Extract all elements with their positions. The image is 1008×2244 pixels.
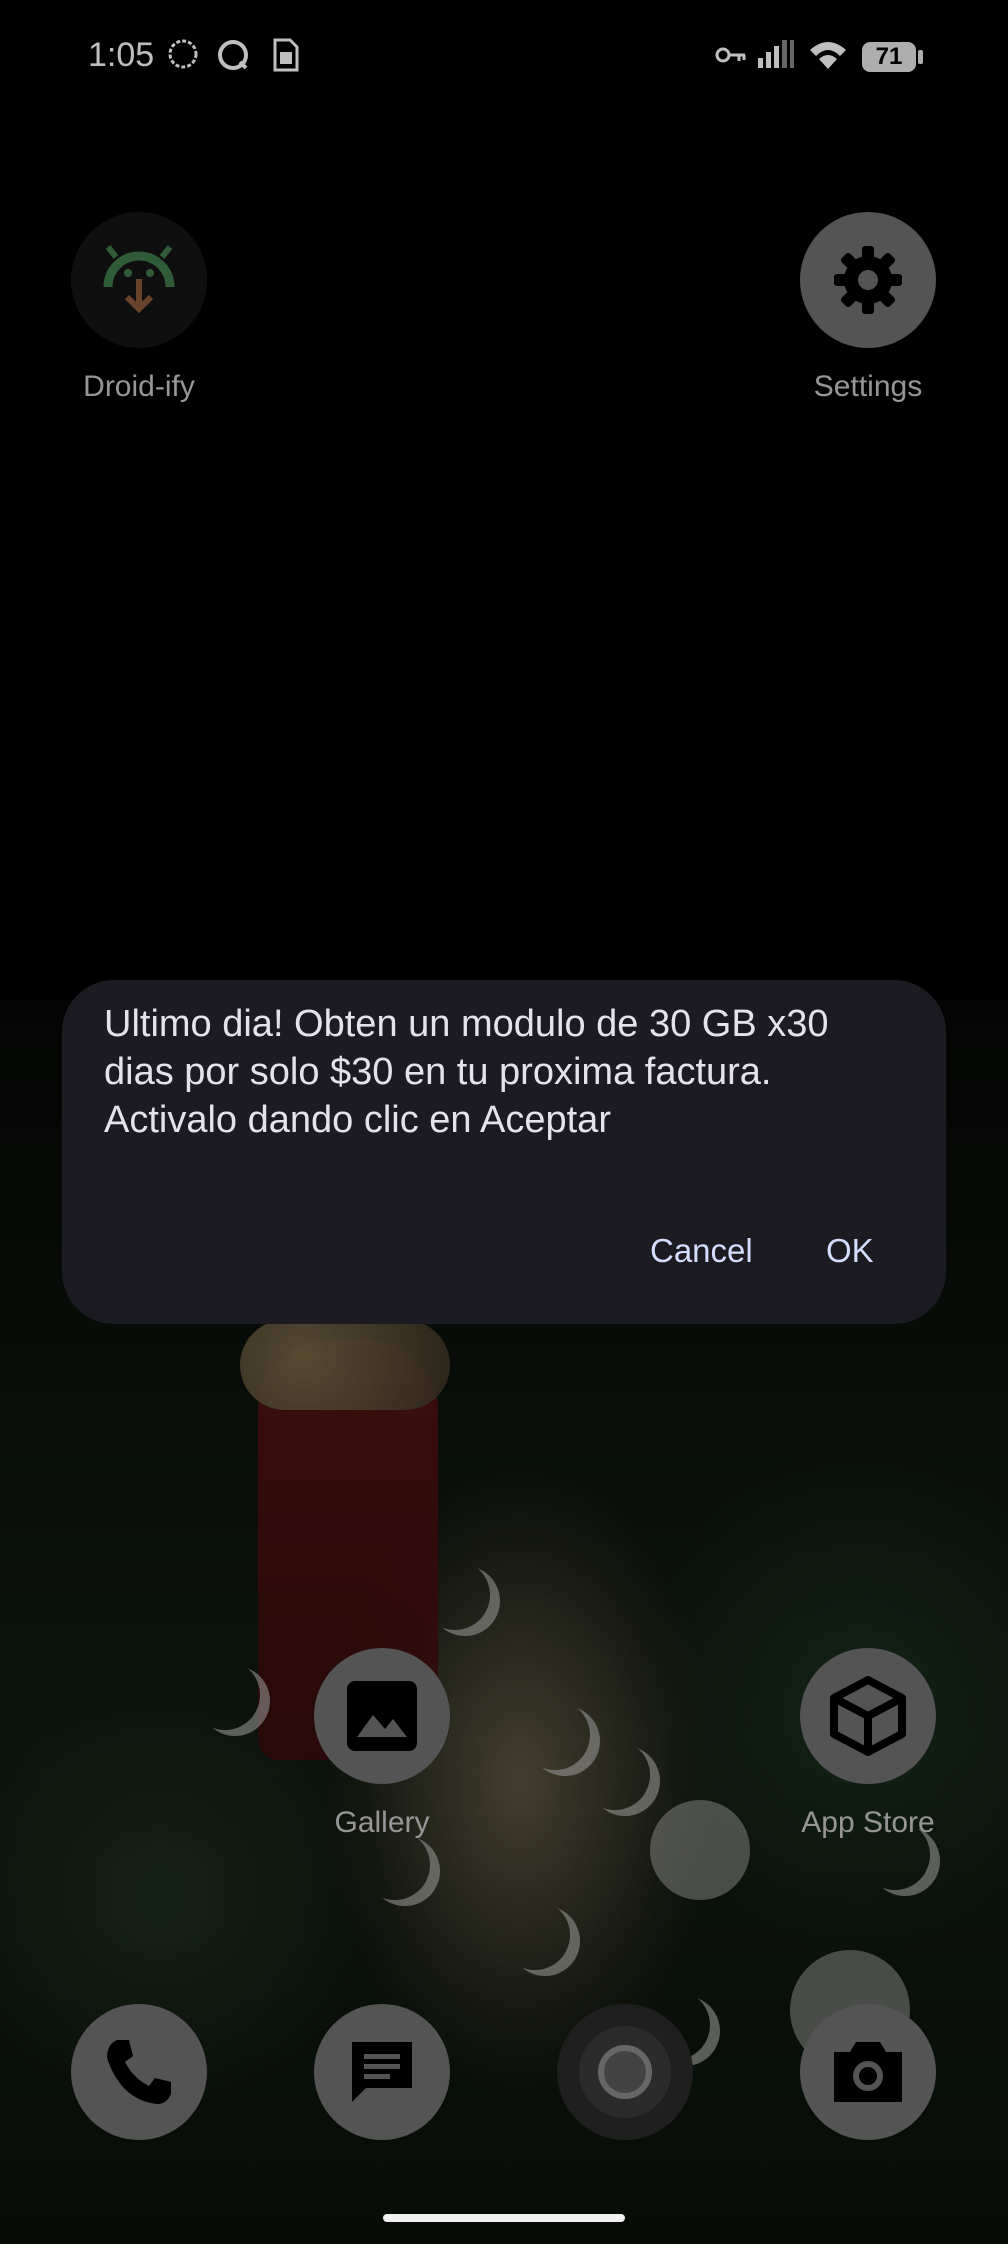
ok-button[interactable]: OK — [826, 1232, 874, 1270]
dialog-message: Ultimo dia! Obten un modulo de 30 GB x30… — [104, 1003, 829, 1141]
alert-dialog: Ultimo dia! Obten un modulo de 30 GB x30… — [62, 980, 946, 1324]
cancel-button[interactable]: Cancel — [650, 1232, 753, 1270]
gesture-nav-handle[interactable] — [383, 2214, 625, 2222]
